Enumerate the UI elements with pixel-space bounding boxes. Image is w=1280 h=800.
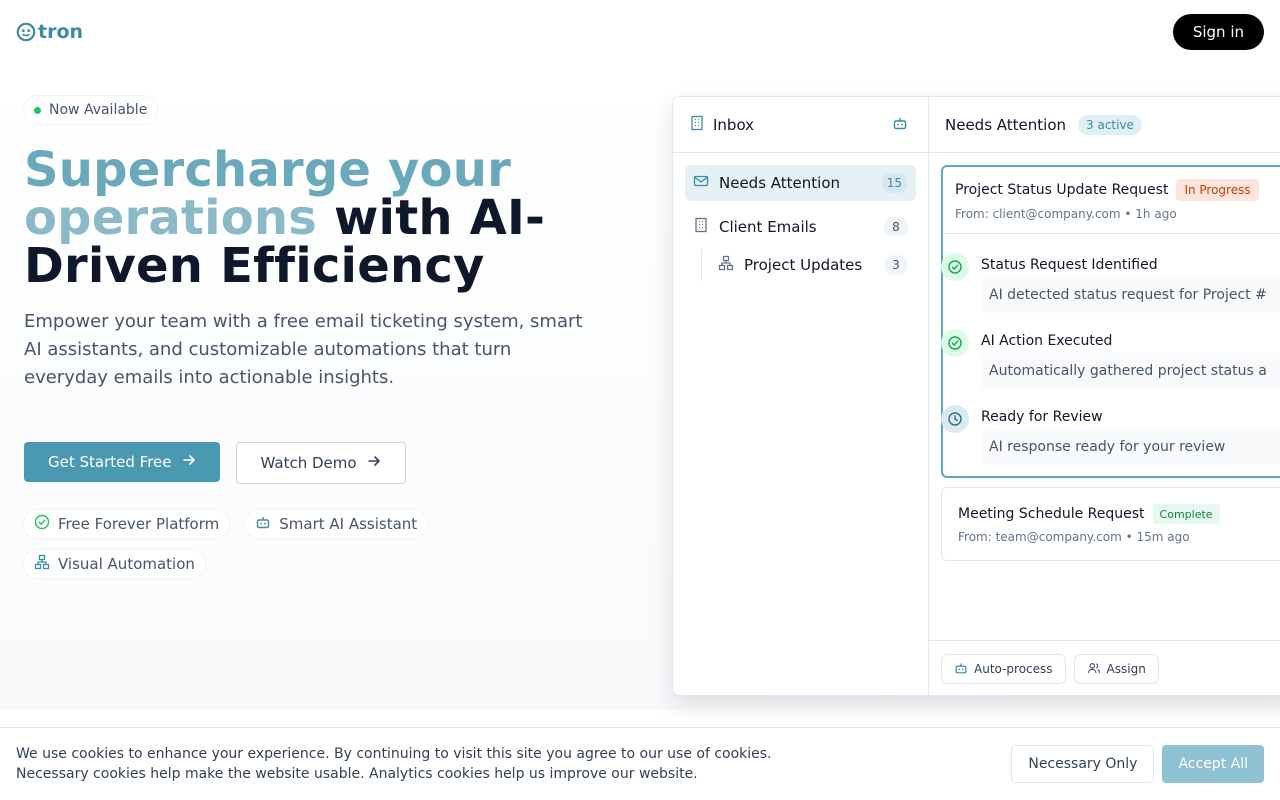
robot-icon <box>255 514 271 534</box>
get-started-button[interactable]: Get Started Free <box>24 442 220 482</box>
sidebar-item-label: Project Updates <box>744 256 863 274</box>
auto-process-label: Auto-process <box>974 662 1053 676</box>
step-description: AI detected status request for Project # <box>981 277 1280 313</box>
sidebar-item-needs-attention[interactable]: Needs Attention 15 <box>685 165 916 201</box>
assign-label: Assign <box>1106 662 1146 676</box>
hero-title-rest-2: Driven Efficiency <box>24 238 485 294</box>
sidebar-item-label: Needs Attention <box>719 174 841 192</box>
item-count-badge: 15 <box>880 173 908 193</box>
get-started-label: Get Started Free <box>48 453 172 471</box>
feature-label: Visual Automation <box>58 555 195 573</box>
bot-settings-icon[interactable] <box>892 115 908 135</box>
inbox-nav: Needs Attention 15 Client Emails 8 Proje… <box>673 153 928 293</box>
logo[interactable]: tron <box>16 21 83 43</box>
feature-list: Free Forever Platform Smart AI Assistant… <box>24 510 444 578</box>
step-title: Status Request Identified <box>981 257 1158 273</box>
ticket-panel: Needs Attention 3 active Project Status … <box>929 97 1280 695</box>
inbox-sidebar: Inbox Needs Attention 15 Client Emails 8… <box>673 97 929 695</box>
app-preview: Inbox Needs Attention 15 Client Emails 8… <box>672 96 1280 696</box>
cookie-line-1: We use cookies to enhance your experienc… <box>16 746 772 762</box>
ticket-title: Project Status Update Request <box>955 182 1169 198</box>
building-icon <box>693 217 709 237</box>
item-count-badge: 8 <box>884 217 908 237</box>
workflow-icon <box>34 554 50 574</box>
robot-icon <box>954 661 968 678</box>
sidebar-item-client-emails[interactable]: Client Emails 8 <box>685 209 916 245</box>
feature-item: Free Forever Platform <box>24 510 230 538</box>
sidebar-header: Inbox <box>673 97 928 153</box>
feature-item: Smart AI Assistant <box>245 510 428 538</box>
workflow-icon <box>718 255 734 275</box>
watch-demo-label: Watch Demo <box>260 454 357 472</box>
watch-demo-button[interactable]: Watch Demo <box>235 442 406 484</box>
step-title: Ready for Review <box>981 409 1103 425</box>
ticket-card-meeting-schedule[interactable]: Meeting Schedule Request Complete From: … <box>941 487 1280 561</box>
feature-item: Visual Automation <box>24 550 205 578</box>
sidebar-item-project-updates[interactable]: Project Updates 3 <box>710 249 916 281</box>
hero-title: Supercharge your operations with AI- Dri… <box>24 146 624 290</box>
accept-all-button[interactable]: Accept All <box>1162 745 1264 783</box>
active-count-badge: 3 active <box>1078 114 1142 135</box>
feature-label: Smart AI Assistant <box>279 515 418 533</box>
building-icon <box>689 115 705 135</box>
ticket-panel-header: Needs Attention 3 active <box>929 97 1280 153</box>
sidebar-title: Inbox <box>713 115 755 134</box>
status-badge: Complete <box>1152 504 1220 524</box>
status-dot-icon <box>34 106 41 114</box>
arrow-right-icon <box>367 454 381 472</box>
check-circle-icon <box>34 514 50 534</box>
robot-face-icon <box>16 22 36 42</box>
check-circle-icon <box>941 329 969 357</box>
status-badge: In Progress <box>1176 179 1259 201</box>
hero-section: Now Available Supercharge your operation… <box>24 96 624 578</box>
sidebar-subitems: Project Updates 3 <box>701 249 916 281</box>
clock-icon <box>941 405 969 433</box>
item-count-badge: 3 <box>884 255 908 275</box>
hero-cta-group: Get Started Free Watch Demo <box>24 442 624 484</box>
panel-title: Needs Attention <box>945 115 1067 134</box>
step-description: Automatically gathered project status a <box>981 353 1280 389</box>
users-icon <box>1087 661 1101 678</box>
necessary-only-button[interactable]: Necessary Only <box>1011 745 1155 783</box>
auto-process-button[interactable]: Auto-process <box>941 654 1066 684</box>
assign-button[interactable]: Assign <box>1073 654 1159 684</box>
logo-text: tron <box>38 21 84 43</box>
arrow-right-icon <box>182 453 196 471</box>
feature-label: Free Forever Platform <box>58 515 220 533</box>
step-title: AI Action Executed <box>981 333 1113 349</box>
cookie-line-2: Necessary cookies help make the website … <box>16 766 698 782</box>
check-circle-icon <box>941 253 969 281</box>
ticket-sender: From: client@company.com • 1h ago <box>955 207 1177 221</box>
availability-text: Now Available <box>49 102 148 118</box>
availability-badge: Now Available <box>24 96 158 124</box>
cookie-actions: Necessary Only Accept All <box>1011 745 1264 783</box>
ticket-sender: From: team@company.com • 15m ago <box>958 530 1190 544</box>
cookie-banner: We use cookies to enhance your experienc… <box>0 727 1280 800</box>
mail-icon <box>693 173 709 193</box>
ticket-card-header: Project Status Update Request In Progres… <box>943 167 1280 234</box>
ticket-title: Meeting Schedule Request <box>958 506 1145 522</box>
hero-description: Empower your team with a free email tick… <box>24 311 583 388</box>
cookie-message: We use cookies to enhance your experienc… <box>16 744 772 784</box>
sidebar-item-label: Client Emails <box>719 218 817 236</box>
sign-in-button[interactable]: Sign in <box>1172 14 1264 50</box>
site-header: tron Sign in <box>0 0 1280 64</box>
step-description: AI response ready for your review <box>981 429 1280 465</box>
ticket-actions: Auto-process Assign <box>929 640 1280 695</box>
